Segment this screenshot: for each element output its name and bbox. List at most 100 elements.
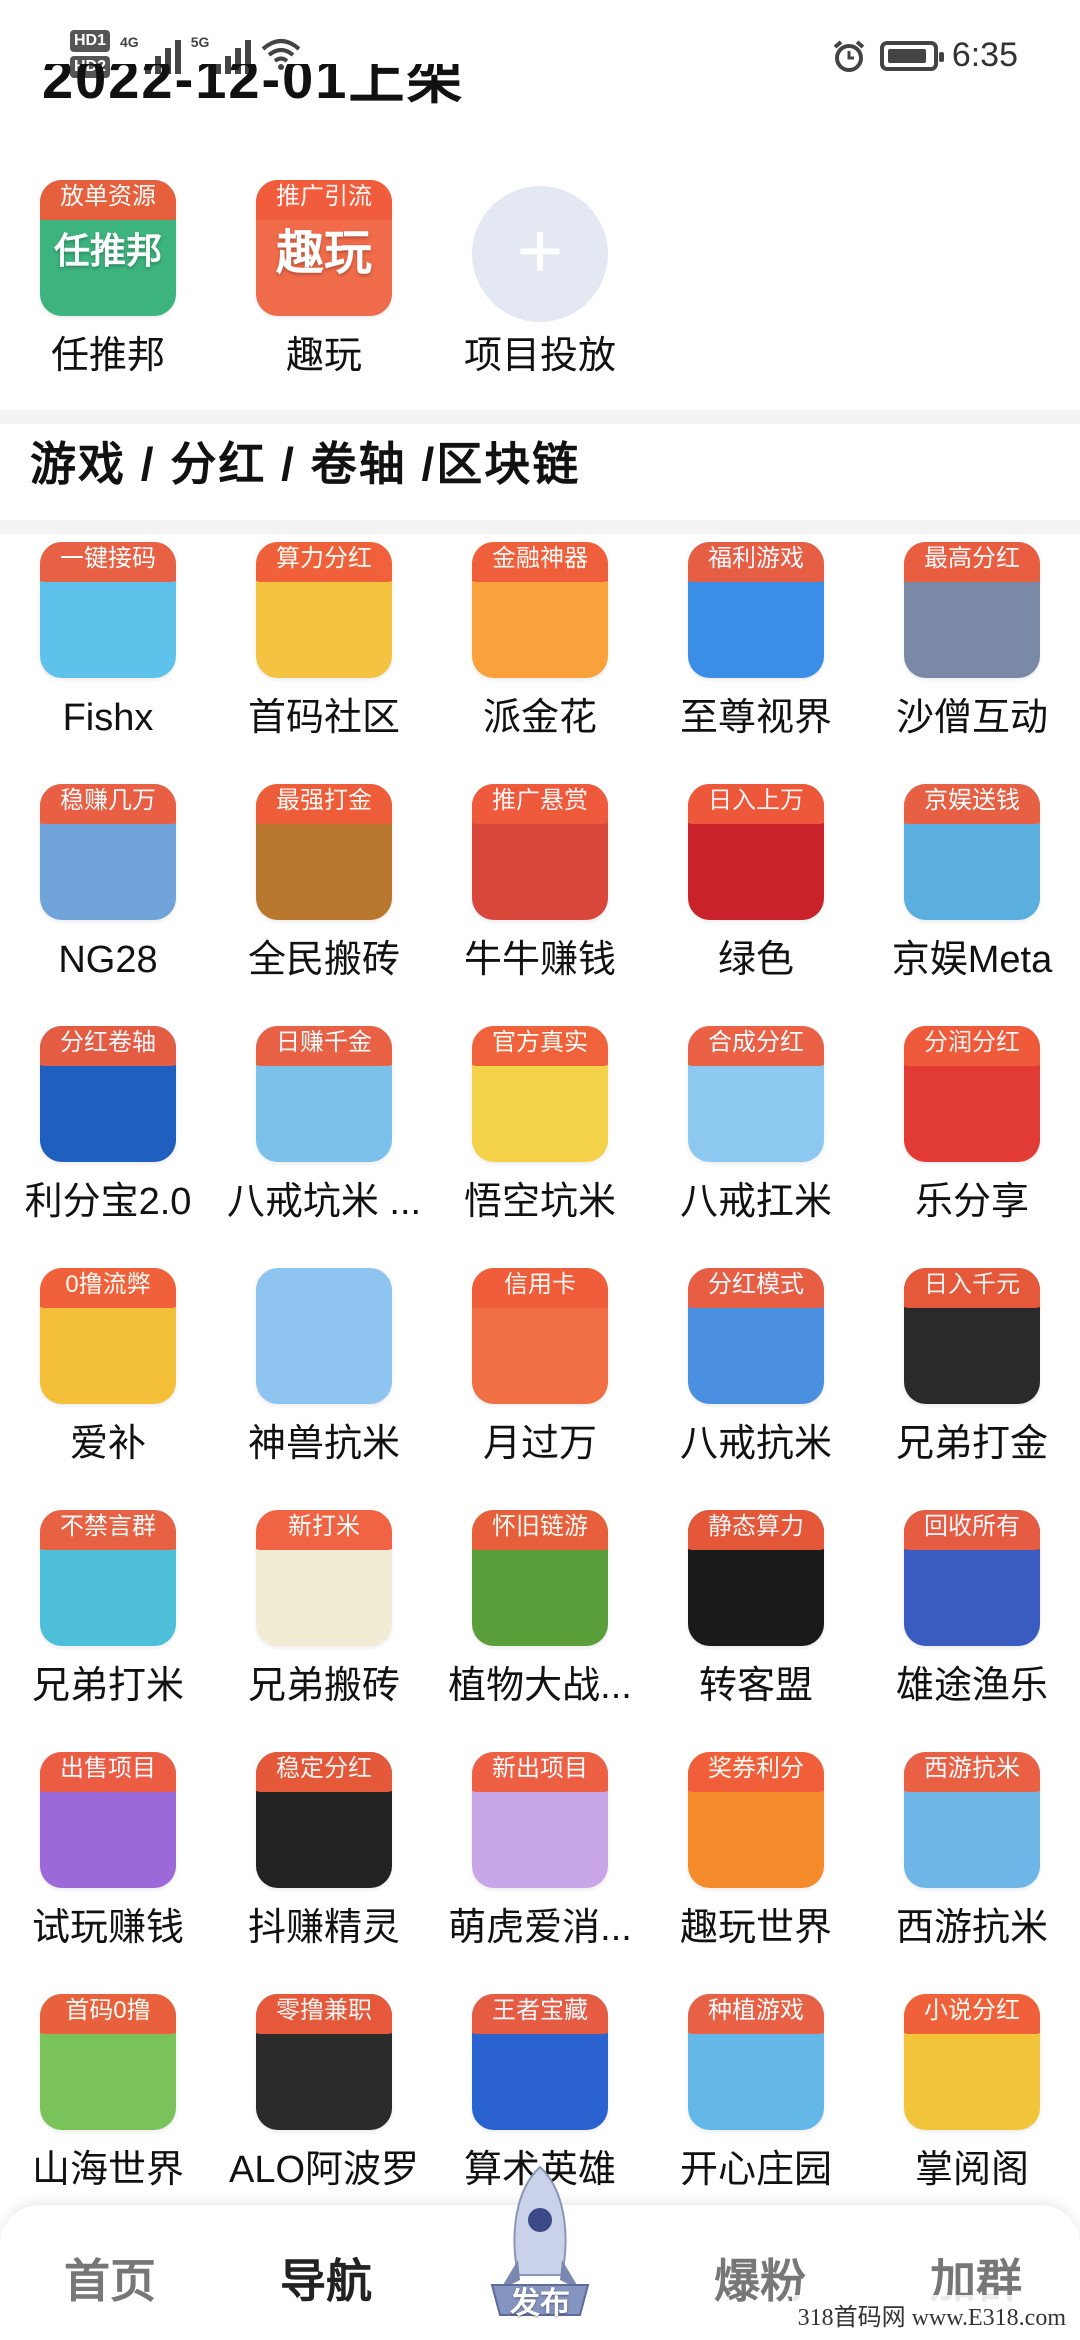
app-tile[interactable]: 金融神器 派金花 xyxy=(432,542,648,742)
app-tile[interactable]: 一键接码 Fishx xyxy=(0,542,216,742)
app-name: 悟空坑米 xyxy=(463,1181,616,1223)
app-tile[interactable]: 首码0撸 山海世界 xyxy=(0,1994,216,2194)
app-tile[interactable]: 推广悬赏 牛牛赚钱 xyxy=(432,784,648,984)
app-tile[interactable]: 日入千元 兄弟打金 xyxy=(864,1268,1080,1468)
app-icon: 最强打金 xyxy=(256,784,392,920)
app-tag: 西游抗米 xyxy=(904,1752,1040,1792)
add-project-tile[interactable]: + 项目投放 xyxy=(432,186,648,380)
app-tile[interactable]: 回收所有 雄途渔乐 xyxy=(864,1510,1080,1710)
app-tile[interactable]: 不禁言群 兄弟打米 xyxy=(0,1510,216,1710)
app-tile[interactable]: 新打米 兄弟搬砖 xyxy=(216,1510,432,1710)
app-tag: 王者宝藏 xyxy=(472,1994,608,2034)
app-tile[interactable]: 种植游戏 开心庄园 xyxy=(648,1994,864,2194)
app-tile[interactable]: 静态算力 转客盟 xyxy=(648,1510,864,1710)
app-tile[interactable]: 信用卡 月过万 xyxy=(432,1268,648,1468)
app-tag: 日赚千金 xyxy=(256,1026,392,1066)
app-icon: 一键接码 xyxy=(40,542,176,678)
app-tile[interactable]: 神兽抗米 xyxy=(216,1268,432,1468)
app-tile[interactable]: 新出项目 萌虎爱消... xyxy=(432,1752,648,1952)
app-icon: 新出项目 xyxy=(472,1752,608,1888)
app-tile[interactable]: 分红模式 八戒抗米 xyxy=(648,1268,864,1468)
app-tile[interactable]: 分润分红 乐分享 xyxy=(864,1026,1080,1226)
app-tile[interactable]: 最强打金 全民搬砖 xyxy=(216,784,432,984)
app-name: 爱补 xyxy=(69,1423,146,1465)
app-tag: 稳定分红 xyxy=(256,1752,392,1792)
app-icon: 西游抗米 xyxy=(904,1752,1040,1888)
app-tile[interactable]: 出售项目 试玩赚钱 xyxy=(0,1752,216,1952)
app-tag: 推广悬赏 xyxy=(472,784,608,824)
app-tile[interactable]: 分红卷轴 利分宝2.0 xyxy=(0,1026,216,1226)
app-name: 抖赚精灵 xyxy=(247,1907,400,1949)
alarm-icon xyxy=(833,39,865,72)
app-tag: 最强打金 xyxy=(256,784,392,824)
plus-icon[interactable]: + xyxy=(472,186,608,322)
app-tag: 放单资源 xyxy=(40,180,176,220)
app-tag: 分红模式 xyxy=(688,1268,824,1308)
app-icon xyxy=(256,1268,392,1404)
app-tile[interactable]: 奖券利分 趣玩世界 xyxy=(648,1752,864,1952)
app-name: 牛牛赚钱 xyxy=(463,939,616,981)
app-name: 派金花 xyxy=(482,697,597,739)
app-tile[interactable]: 稳赚几万 NG28 xyxy=(0,784,216,984)
app-tag: 金融神器 xyxy=(472,542,608,582)
app-tile[interactable]: 0撸流弊 爱补 xyxy=(0,1268,216,1468)
app-name: 月过万 xyxy=(482,1423,597,1465)
app-icon: 趣玩 推广引流 xyxy=(256,180,392,316)
featured-app-quwan[interactable]: 趣玩 推广引流 趣玩 xyxy=(216,180,432,380)
section-title: 游戏 / 分红 / 卷轴 /区块链 xyxy=(30,438,581,490)
app-icon: 日赚千金 xyxy=(256,1026,392,1162)
app-tag: 回收所有 xyxy=(904,1510,1040,1550)
app-tile[interactable]: 小说分红 掌阅阁 xyxy=(864,1994,1080,2194)
app-tag: 出售项目 xyxy=(40,1752,176,1792)
app-icon: 小说分红 xyxy=(904,1994,1040,2130)
app-tile[interactable]: 官方真实 悟空坑米 xyxy=(432,1026,648,1226)
app-tag: 官方真实 xyxy=(472,1026,608,1066)
app-icon: 日入千元 xyxy=(904,1268,1040,1404)
watermark: 318首码网 www.E318.com xyxy=(791,2295,1072,2334)
app-icon: 静态算力 xyxy=(688,1510,824,1646)
app-name: 首码社区 xyxy=(247,697,400,739)
app-tile[interactable]: 王者宝藏算术英雄 xyxy=(432,1994,648,2194)
app-tile[interactable]: 算力分红 首码社区 xyxy=(216,542,432,742)
app-icon: 分红模式 xyxy=(688,1268,824,1404)
app-name: 八戒坑米 ... xyxy=(226,1181,422,1223)
network-type-2: 5G xyxy=(190,34,210,50)
nav-home[interactable]: 首页 xyxy=(30,2245,190,2311)
nav-guide[interactable]: 导航 xyxy=(246,2245,406,2311)
app-tag: 奖券利分 xyxy=(688,1752,824,1792)
app-tile[interactable]: 怀旧链游 植物大战... xyxy=(432,1510,648,1710)
app-tile[interactable]: 日赚千金八戒坑米 ... xyxy=(216,1026,432,1226)
app-name: 掌阅阁 xyxy=(914,2149,1029,2191)
app-icon: 稳赚几万 xyxy=(40,784,176,920)
app-tag: 新出项目 xyxy=(472,1752,608,1792)
app-name: 兄弟打米 xyxy=(31,1665,184,1707)
app-tile[interactable]: 日入上万 绿色 xyxy=(648,784,864,984)
app-tag: 种植游戏 xyxy=(688,1994,824,2034)
app-icon: 不禁言群 xyxy=(40,1510,176,1646)
app-tag: 福利游戏 xyxy=(688,542,824,582)
app-icon: 分红卷轴 xyxy=(40,1026,176,1162)
app-name: 试玩赚钱 xyxy=(31,1907,184,1949)
featured-app-renteibang[interactable]: 任推邦 放单资源 任推邦 xyxy=(0,180,216,380)
nav-publish[interactable]: 发布 xyxy=(500,2278,580,2322)
app-tile[interactable]: 西游抗米 西游抗米 xyxy=(864,1752,1080,1952)
battery-icon xyxy=(879,40,944,71)
app-name: 至尊视界 xyxy=(679,697,832,739)
clock: 6:35 xyxy=(951,36,1018,74)
app-name: 雄途渔乐 xyxy=(895,1665,1048,1707)
app-icon: 首码0撸 xyxy=(40,1994,176,2130)
app-icon: 京娱送钱 xyxy=(904,784,1040,920)
app-name: 沙僧互动 xyxy=(895,697,1048,739)
app-icon: 最高分红 xyxy=(904,542,1040,678)
app-tile[interactable]: 稳定分红 抖赚精灵 xyxy=(216,1752,432,1952)
app-tile[interactable]: 最高分红 沙僧互动 xyxy=(864,542,1080,742)
app-icon: 奖券利分 xyxy=(688,1752,824,1888)
app-tag: 怀旧链游 xyxy=(472,1510,608,1550)
app-name: Fishx xyxy=(62,697,154,739)
app-name: 兄弟搬砖 xyxy=(247,1665,400,1707)
app-tile[interactable]: 福利游戏 至尊视界 xyxy=(648,542,864,742)
app-tile[interactable]: 京娱送钱 京娱Meta xyxy=(864,784,1080,984)
app-tile[interactable]: 零撸兼职 ALO阿波罗 xyxy=(216,1994,432,2194)
app-tile[interactable]: 合成分红 八戒扛米 xyxy=(648,1026,864,1226)
app-tag: 小说分红 xyxy=(904,1994,1040,2034)
